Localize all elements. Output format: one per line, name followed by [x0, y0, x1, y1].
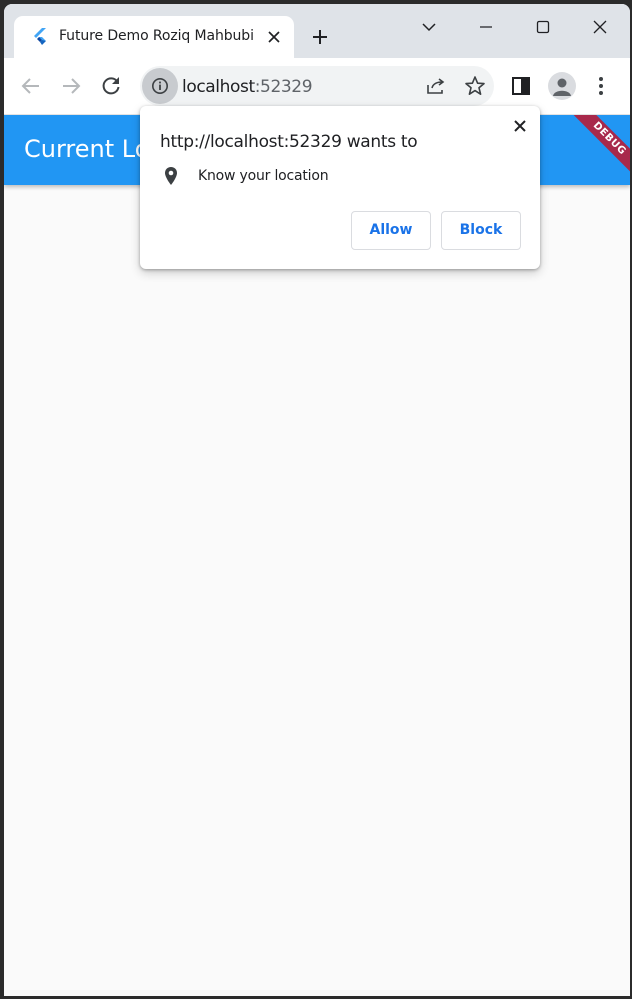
- site-info-button[interactable]: [142, 68, 178, 104]
- close-window-icon[interactable]: [585, 14, 615, 40]
- permission-popup: http://localhost:52329 wants to Know you…: [140, 106, 540, 269]
- tab-strip: Future Demo Roziq Mahbubi: [4, 4, 630, 58]
- allow-button[interactable]: Allow: [351, 211, 431, 250]
- info-icon: [152, 78, 168, 94]
- kebab-menu-icon[interactable]: [589, 74, 613, 98]
- flutter-logo-icon: [34, 28, 46, 45]
- location-pin-icon: [165, 167, 177, 185]
- permission-text: Know your location: [198, 168, 329, 184]
- arrow-left-icon[interactable]: [19, 74, 43, 98]
- browser-tab[interactable]: Future Demo Roziq Mahbubi: [14, 16, 294, 58]
- block-button[interactable]: Block: [441, 211, 521, 250]
- browser-window: Future Demo Roziq Mahbubi localhost:5232…: [4, 4, 630, 996]
- url-port: :52329: [254, 77, 313, 97]
- close-icon[interactable]: [266, 29, 282, 45]
- side-panel-icon[interactable]: [509, 74, 533, 98]
- star-icon[interactable]: [463, 74, 487, 98]
- maximize-icon[interactable]: [528, 14, 558, 40]
- close-icon[interactable]: [512, 118, 528, 134]
- arrow-right-icon[interactable]: [59, 74, 83, 98]
- minimize-icon[interactable]: [471, 14, 501, 40]
- reload-icon[interactable]: [99, 74, 123, 98]
- url-host: localhost: [182, 77, 255, 97]
- tab-title: Future Demo Roziq Mahbubi: [59, 28, 254, 44]
- plus-icon[interactable]: [310, 27, 330, 47]
- popup-title: http://localhost:52329 wants to: [160, 132, 418, 152]
- share-icon[interactable]: [424, 74, 448, 98]
- omnibox[interactable]: localhost:52329: [140, 66, 494, 106]
- tab-search-icon[interactable]: [414, 14, 444, 40]
- person-icon: [553, 78, 571, 96]
- avatar[interactable]: [548, 72, 576, 100]
- url-text[interactable]: localhost:52329: [182, 77, 313, 97]
